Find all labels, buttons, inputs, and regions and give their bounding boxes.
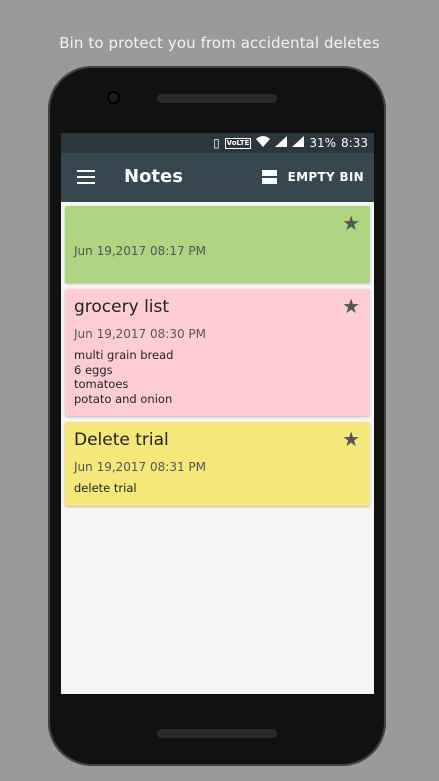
empty-bin-button[interactable]: EMPTY BIN xyxy=(288,170,364,184)
signal-icon xyxy=(292,136,305,150)
layout-toggle-icon[interactable] xyxy=(262,170,277,184)
status-bar: ▯ VoLTE 31% 8:33 xyxy=(61,133,374,153)
note-card[interactable]: Jun 19,2017 08:17 PM ★ xyxy=(65,206,370,283)
screenshot-caption: Bin to protect you from accidental delet… xyxy=(59,34,380,52)
vibrate-icon: ▯ xyxy=(213,136,220,150)
wifi-icon xyxy=(256,136,271,150)
note-title: grocery list xyxy=(74,297,170,317)
note-card[interactable]: Delete trial Jun 19,2017 08:31 PM delete… xyxy=(65,422,370,506)
note-body: multi grain bread 6 eggs tomatoes potato… xyxy=(74,348,174,406)
clock: 8:33 xyxy=(341,136,368,150)
note-date: Jun 19,2017 08:31 PM xyxy=(74,460,206,474)
star-icon[interactable]: ★ xyxy=(342,294,360,318)
note-date: Jun 19,2017 08:17 PM xyxy=(74,244,206,258)
notes-list: Jun 19,2017 08:17 PM ★ grocery list Jun … xyxy=(61,202,374,506)
phone-frame: ▯ VoLTE 31% 8:33 Notes EMPTY BIN Jun 19,… xyxy=(48,66,386,766)
battery-level: 31% xyxy=(309,136,337,150)
note-body: delete trial xyxy=(74,481,137,495)
app-toolbar: Notes EMPTY BIN xyxy=(61,153,374,202)
note-date: Jun 19,2017 08:30 PM xyxy=(74,327,206,341)
front-camera xyxy=(107,91,120,104)
star-icon[interactable]: ★ xyxy=(342,427,360,451)
star-icon[interactable]: ★ xyxy=(342,211,360,235)
note-card[interactable]: grocery list Jun 19,2017 08:30 PM multi … xyxy=(65,289,370,416)
earpiece-speaker xyxy=(157,94,277,103)
bottom-speaker xyxy=(157,729,277,738)
note-title: Delete trial xyxy=(74,430,169,450)
note-title xyxy=(74,214,361,234)
volte-icon: VoLTE xyxy=(224,137,252,149)
app-screen: ▯ VoLTE 31% 8:33 Notes EMPTY BIN Jun 19,… xyxy=(61,133,374,694)
page-title: Notes xyxy=(124,166,183,187)
hamburger-icon[interactable] xyxy=(77,170,95,184)
signal-x-icon xyxy=(275,136,288,150)
